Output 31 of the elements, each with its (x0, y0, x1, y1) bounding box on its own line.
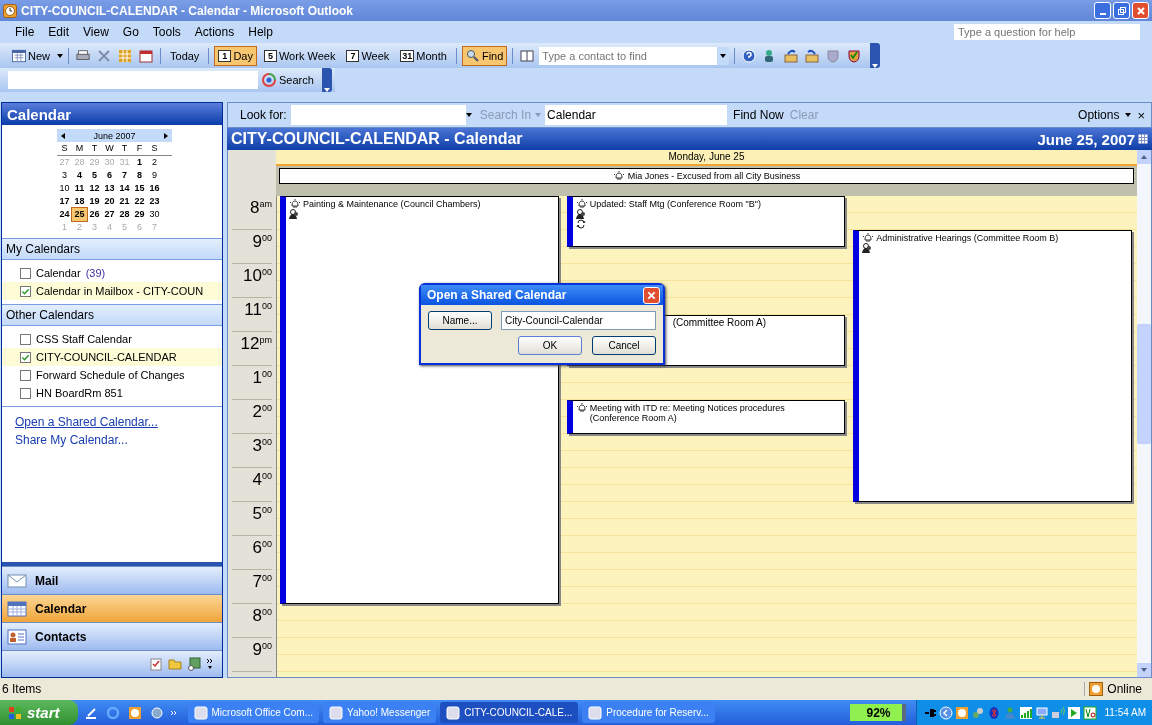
battery-meter: 92% (850, 704, 907, 721)
date-label: June 25, 2007 (1037, 130, 1135, 148)
time-label: 3$^{00}$ (252, 435, 272, 457)
time-label: 10$^{00}$ (243, 265, 272, 287)
pane-title: Calendar (2, 103, 222, 125)
clock: 11:54 AM (1104, 707, 1146, 718)
time-label: 7$^{00}$ (252, 571, 272, 593)
weekday-label: S (60, 142, 69, 155)
time-label: 12$^{pm}$ (240, 333, 272, 355)
time-label: 2$^{00}$ (252, 401, 272, 423)
time-label: 9$^{00}$ (252, 639, 272, 661)
weekday-label: T (120, 142, 129, 155)
item-count: 6 Items (2, 682, 42, 696)
time-label: 8$^{am}$ (250, 197, 272, 219)
month-label: June 2007 (93, 130, 136, 141)
time-label: 4$^{00}$ (252, 469, 272, 491)
time-label: 9$^{00}$ (252, 231, 272, 253)
weekday-label: M (74, 142, 85, 155)
weekday-label: F (135, 142, 144, 155)
look-for-label: Look for: (240, 108, 287, 122)
time-label: 11$^{00}$ (244, 299, 272, 321)
connection-status: Online (1084, 682, 1150, 696)
weekday-label: W (104, 142, 115, 155)
weekday-label: S (150, 142, 159, 155)
time-label: 5$^{00}$ (252, 503, 272, 525)
weekday-label: T (90, 142, 99, 155)
time-label: 1$^{00}$ (252, 367, 272, 389)
time-label: 6$^{00}$ (252, 537, 272, 559)
window-title: CITY-COUNCIL-CALENDAR - Calendar - Microsoft Outlook (21, 3, 353, 18)
time-label: 8$^{00}$ (252, 605, 272, 627)
calendar-title: CITY-COUNCIL-CALENDAR - Calendar (231, 130, 523, 148)
